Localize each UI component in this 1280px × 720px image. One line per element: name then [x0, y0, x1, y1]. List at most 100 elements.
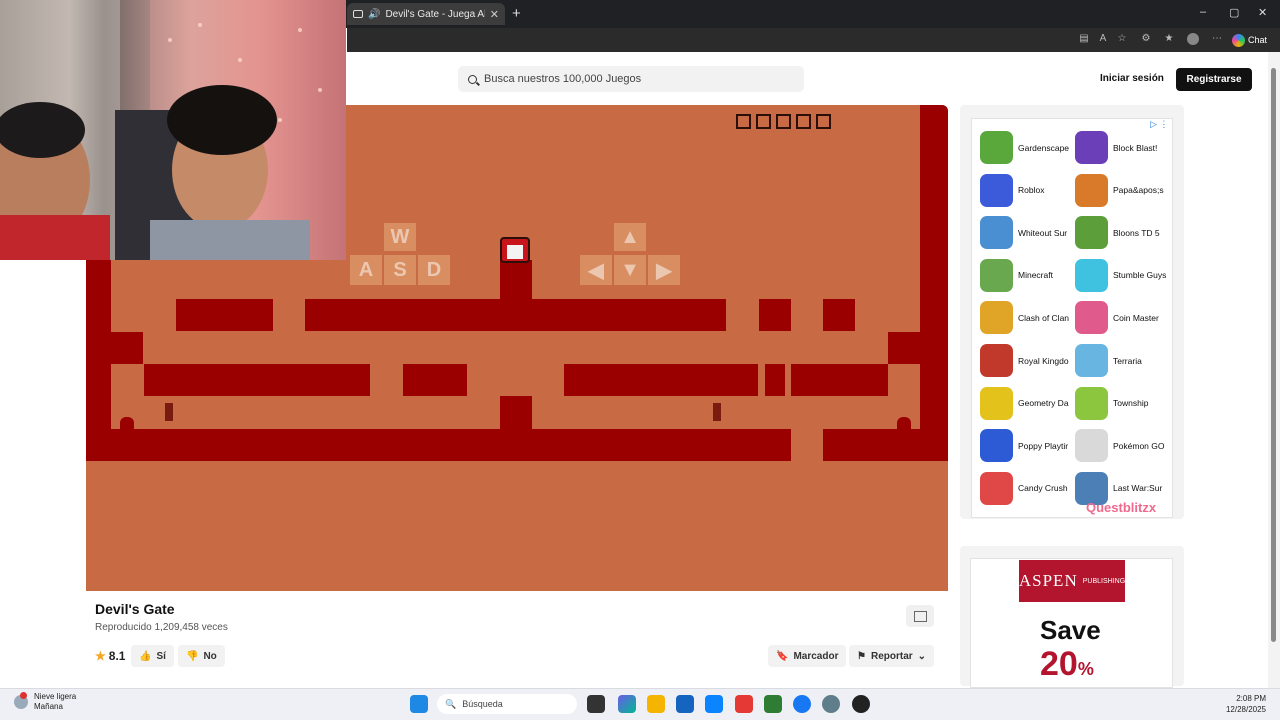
- bookmark-button[interactable]: 🔖 Marcador: [768, 645, 847, 667]
- settings-icon[interactable]: [822, 695, 840, 713]
- star-icon: ★: [95, 649, 106, 663]
- file-explorer-icon[interactable]: [647, 695, 665, 713]
- task-view-icon[interactable]: [587, 695, 605, 713]
- profile-icon[interactable]: [1187, 33, 1199, 45]
- life-box: [756, 114, 771, 129]
- ad-game-item[interactable]: Roblox: [980, 173, 1075, 207]
- ad-game-item[interactable]: Whiteout Sur: [980, 216, 1075, 250]
- copilot-app-icon[interactable]: [618, 695, 636, 713]
- ad-game-item[interactable]: Royal Kingdo: [980, 344, 1075, 377]
- thumbs-down-icon: 👎: [186, 650, 199, 662]
- ad-game-item[interactable]: Clash of Clan: [980, 301, 1075, 335]
- speaker-icon[interactable]: 🔊: [368, 9, 380, 20]
- ad-game-item[interactable]: Pokémon GO: [1075, 429, 1170, 463]
- facebook-icon[interactable]: [793, 695, 811, 713]
- ad-game-icon: [1075, 301, 1108, 335]
- scrollbar-thumb[interactable]: [1271, 68, 1276, 642]
- game-platform: [176, 299, 273, 331]
- like-button[interactable]: 👍 Sí: [131, 645, 174, 667]
- ad-game-name: Whiteout Sur: [1018, 227, 1068, 238]
- ad-brand-logo[interactable]: Questblitzx: [1086, 500, 1156, 515]
- reader-icon[interactable]: ▤: [1078, 33, 1090, 45]
- game-floor: [86, 429, 791, 461]
- clock[interactable]: 2:08 PM 12/28/2025: [1222, 693, 1266, 715]
- ad-game-item[interactable]: Candy Crush: [980, 471, 1075, 505]
- ad-percent: 20%: [1040, 645, 1094, 684]
- control-left-arrow-icon[interactable]: ◀: [580, 255, 612, 285]
- dislike-button[interactable]: 👎 No: [178, 645, 225, 667]
- ad-game-name: Pokémon GO: [1113, 440, 1165, 451]
- weather-widget[interactable]: Nieve ligera Mañana: [14, 692, 76, 712]
- edge-icon[interactable]: [705, 695, 723, 713]
- ad-game-icon: [980, 173, 1013, 207]
- ad-game-item[interactable]: Stumble Guys: [1075, 258, 1170, 292]
- minimize-button[interactable]: –: [1200, 6, 1206, 18]
- control-down-arrow-icon[interactable]: ▼: [614, 255, 646, 285]
- aspen-name: ASPEN: [1018, 571, 1078, 590]
- aspen-logo[interactable]: ASPEN PUBLISHING: [1019, 560, 1125, 602]
- ad-game-item[interactable]: Geometry Da: [980, 386, 1075, 420]
- report-label: Reportar: [870, 650, 913, 662]
- ad-game-item[interactable]: Papa&apos;s: [1075, 173, 1170, 207]
- taskbar: [0, 688, 1280, 720]
- ad-game-name: Royal Kingdo: [1018, 355, 1069, 366]
- control-key-a[interactable]: A: [350, 255, 382, 285]
- ad-game-item[interactable]: Poppy Playtir: [980, 429, 1075, 463]
- tab-close-icon[interactable]: ✕: [490, 8, 499, 21]
- control-key-w[interactable]: W: [384, 223, 416, 251]
- read-aloud-icon[interactable]: A: [1097, 33, 1109, 45]
- ad-game-item[interactable]: Coin Master: [1075, 301, 1170, 335]
- maximize-button[interactable]: ▢: [1229, 6, 1239, 19]
- search-icon: [468, 74, 477, 84]
- ad-game-item[interactable]: Block Blast!: [1075, 131, 1170, 164]
- ad-percent-sign: %: [1077, 659, 1094, 679]
- new-tab-button[interactable]: +: [512, 5, 521, 22]
- ad-game-item[interactable]: Township: [1075, 386, 1170, 420]
- ad-game-icon: [1075, 429, 1108, 463]
- weather-condition: Nieve ligera: [34, 692, 77, 701]
- game-app-icon[interactable]: [852, 695, 870, 713]
- ad-game-icon: [1075, 258, 1108, 292]
- ad-game-name: Bloons TD 5: [1113, 227, 1160, 238]
- store-icon[interactable]: [676, 695, 694, 713]
- ad-game-name: Stumble Guys: [1113, 270, 1167, 281]
- login-link[interactable]: Iniciar sesión: [1100, 73, 1164, 84]
- webcam-overlay: [0, 0, 346, 260]
- ad-save-text: Save: [1040, 615, 1101, 645]
- player-character: [494, 235, 534, 263]
- control-key-s[interactable]: S: [384, 255, 416, 285]
- ad-game-item[interactable]: Terraria: [1075, 344, 1170, 377]
- clock-date: 12/28/2025: [1225, 705, 1266, 714]
- game-door: [897, 417, 911, 429]
- extensions-icon[interactable]: ⚙: [1140, 33, 1152, 45]
- fullscreen-button[interactable]: [906, 605, 934, 627]
- ad-game-icon: [980, 344, 1013, 377]
- ad-game-icon: [1075, 131, 1108, 164]
- ad-game-icon: [980, 301, 1013, 335]
- menu-icon[interactable]: ⋯: [1211, 33, 1223, 45]
- close-window-button[interactable]: ✕: [1258, 6, 1267, 19]
- tab-favicon-icon: [353, 10, 363, 18]
- favorite-icon[interactable]: ☆: [1116, 33, 1128, 45]
- ad-game-item[interactable]: Gardenscape: [980, 131, 1075, 164]
- windows-start-icon[interactable]: [410, 695, 428, 713]
- control-right-arrow-icon[interactable]: ▶: [648, 255, 680, 285]
- taskbar-search[interactable]: 🔍 Búsqueda: [437, 694, 577, 714]
- register-button[interactable]: Registrarse: [1176, 68, 1252, 91]
- ad-game-icon: [1075, 173, 1108, 207]
- control-up-arrow-icon[interactable]: ▲: [614, 223, 646, 251]
- ad-game-item[interactable]: Bloons TD 5: [1075, 216, 1170, 250]
- report-button[interactable]: ⚑ Reportar ⌄: [849, 645, 935, 667]
- ad-game-item[interactable]: Minecraft: [980, 258, 1075, 292]
- xbox-icon[interactable]: [764, 695, 782, 713]
- weather-day: Mañana: [34, 702, 63, 711]
- browser-tab[interactable]: 🔊 Devil's Gate - Juega Ahora en ✕: [347, 3, 505, 25]
- copilot-chat-button[interactable]: Chat: [1232, 32, 1267, 48]
- ad-game-icon: [980, 429, 1013, 463]
- control-key-d[interactable]: D: [418, 255, 450, 285]
- ad-game-icon: [980, 258, 1013, 292]
- ad-choices-icon[interactable]: ▷ ⋮: [1150, 119, 1168, 130]
- search-input[interactable]: Busca nuestros 100,000 Juegos: [458, 66, 804, 92]
- favorites-bar-icon[interactable]: ★: [1163, 33, 1175, 45]
- youtube-icon[interactable]: [735, 695, 753, 713]
